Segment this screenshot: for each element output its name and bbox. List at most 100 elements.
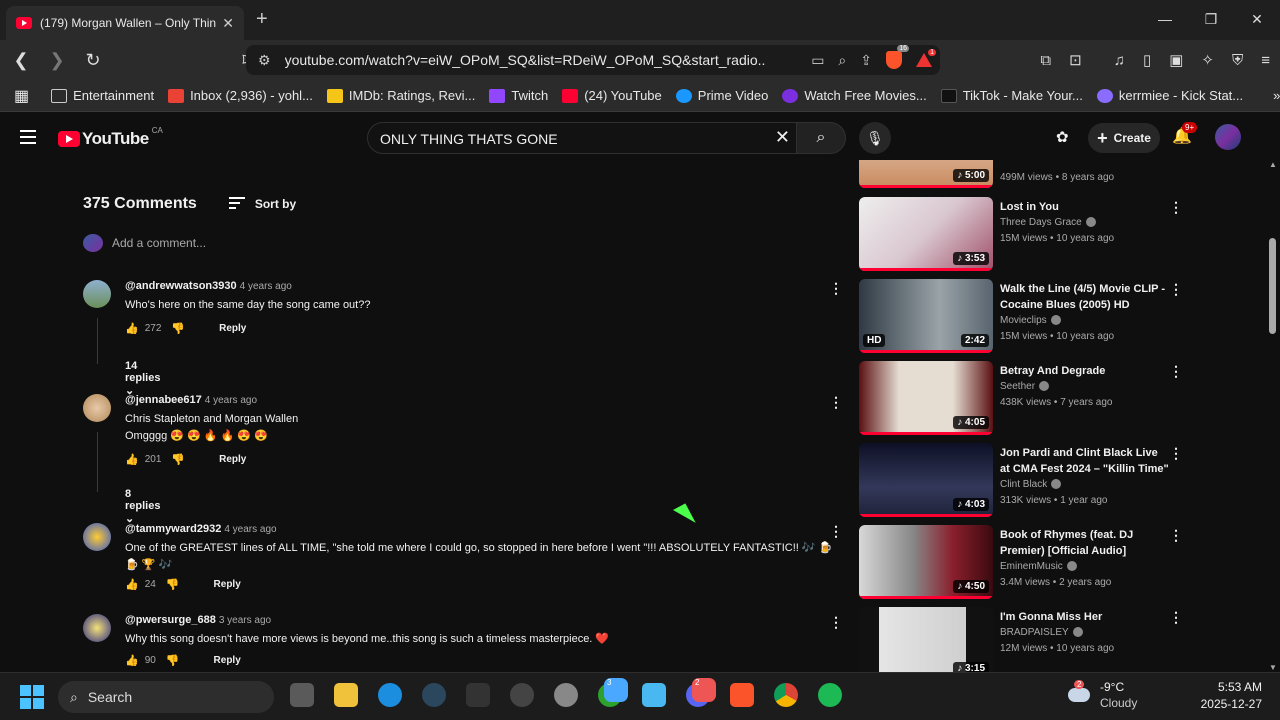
avatar[interactable] [83,394,111,422]
video-thumbnail[interactable]: ♪ 4:03 [859,443,993,517]
video-menu-icon[interactable]: ⋮ [1169,527,1183,544]
channel-name[interactable]: Seether [1000,379,1170,395]
comment-author[interactable]: @jennabee617 [125,394,202,406]
system-clock[interactable]: 5:53 AM 2025-12-27 [1188,679,1262,713]
comment-menu-icon[interactable]: ⋮ [829,394,843,411]
more-bookmarks-icon[interactable]: » [1273,88,1280,103]
sort-by-button[interactable]: Sort by [228,196,296,212]
vpn-icon[interactable]: ⛨ [1232,52,1243,69]
like-icon[interactable]: 👍 [125,654,139,667]
comment-author[interactable]: @tammyward2932 [125,523,221,535]
video-item[interactable]: ♪ 4:05 Betray And Degrade Seether 438K vie… [859,361,1189,435]
reply-button[interactable]: Reply [219,323,246,334]
like-icon[interactable]: 👍 [125,453,139,466]
voice-search-button[interactable]: 🎙 [859,122,891,154]
app-icon[interactable] [554,683,578,707]
scroll-up-icon[interactable]: ▲ [1269,160,1277,169]
spotify-icon[interactable] [818,683,842,707]
channel-name[interactable]: BRADPAISLEY [1000,625,1170,641]
notifications-bell-icon[interactable]: 🔔 9+ [1172,122,1198,146]
comment-time[interactable]: 4 years ago [224,524,276,535]
xbox-icon[interactable]: 3 [598,678,628,707]
reply-button[interactable]: Reply [214,655,241,666]
video-title[interactable]: Jon Pardi and Clint Black Live at CMA Fe… [1000,445,1170,477]
avatar[interactable] [83,280,111,308]
video-title[interactable]: I'm Gonna Miss Her [1000,609,1170,625]
task-view-icon[interactable] [290,683,314,707]
bookmark-item[interactable]: Prime Video [675,88,768,103]
sidebar-icon[interactable]: ▯ [1143,51,1151,69]
epic-games-icon[interactable] [466,683,490,707]
video-item[interactable]: ♪ 4:50 Book of Rhymes (feat. DJ Premier)… [859,525,1189,599]
video-title[interactable]: Betray And Degrade [1000,363,1170,379]
account-avatar[interactable] [1215,124,1241,150]
video-thumbnail[interactable]: ♪ 4:50 [859,525,993,599]
address-bar[interactable]: ⚙ youtube.com/watch?v=eiW_OPoM_SQ&list=R… [246,45,940,75]
like-icon[interactable]: 👍 [125,578,139,591]
share-icon[interactable]: ⇪ [860,52,872,69]
chrome-icon[interactable] [774,683,798,707]
comment-menu-icon[interactable]: ⋮ [829,614,843,631]
video-item[interactable]: ♪ 4:03 Jon Pardi and Clint Black Live at… [859,443,1189,517]
comment-time[interactable]: 4 years ago [205,395,257,406]
comment-author[interactable]: @pwersurge_688 [125,614,216,626]
file-explorer-icon[interactable] [334,683,358,707]
youtube-logo[interactable]: YouTube CA [58,126,163,149]
bookmark-item[interactable]: Inbox (2,936) - yohl... [168,88,313,103]
reply-button[interactable]: Reply [219,454,246,465]
bookmark-item[interactable]: IMDb: Ratings, Revi... [326,88,475,103]
video-menu-icon[interactable]: ⋮ [1169,445,1183,462]
channel-name[interactable]: Movieclips [1000,313,1170,329]
add-comment-field[interactable]: Add a comment... [83,234,206,252]
video-menu-icon[interactable]: ⋮ [1169,363,1183,380]
screenshot-icon[interactable]: ⊡ [1069,51,1082,69]
like-icon[interactable]: 👍 [125,322,139,335]
video-item[interactable]: ♪ 3:15 I'm Gonna Miss Her BRADPAISLEY 12M … [859,607,1189,672]
comment-menu-icon[interactable]: ⋮ [829,280,843,297]
bookmark-item[interactable]: Twitch [489,88,548,103]
taskbar-search[interactable]: ⌕ Search [58,681,274,713]
forward-button[interactable]: ❯ [42,45,72,75]
extensions-icon[interactable]: ⧉ [1040,52,1051,69]
scroll-down-icon[interactable]: ▼ [1269,663,1277,672]
view-replies-button[interactable]: 14 replies ⌄ [125,360,160,397]
obs-icon[interactable] [510,683,534,707]
reload-button[interactable]: ↻ [78,45,108,75]
zoom-icon[interactable]: ⌕ [838,52,846,69]
bookmark-item[interactable]: Watch Free Movies... [782,88,927,103]
scrollbar-thumb[interactable] [1269,238,1276,334]
maximize-icon[interactable]: ❐ [1188,0,1234,38]
close-window-icon[interactable]: ✕ [1234,0,1280,38]
video-title[interactable]: Walk the Line (4/5) Movie CLIP - Cocaine… [1000,281,1170,313]
browser-tab[interactable]: (179) Morgan Wallen – Only Thin ✕ [6,6,244,40]
video-thumbnail[interactable]: ♪ 4:05 [859,361,993,435]
video-menu-icon[interactable]: ⋮ [1169,609,1183,626]
channel-name[interactable]: Three Days Grace [1000,215,1170,231]
channel-name[interactable]: Clint Black [1000,477,1170,493]
video-thumbnail[interactable]: HD 2:42 [859,279,993,353]
video-thumbnail[interactable]: ♪ 5:00 [859,160,993,188]
weather-widget[interactable]: 2 -9°C Cloudy [1068,679,1137,711]
comment-author[interactable]: @andrewwatson3930 [125,280,237,292]
dislike-icon[interactable]: 👎 [171,453,185,466]
notepad-icon[interactable] [642,683,666,707]
steam-icon[interactable] [422,683,446,707]
view-replies-button[interactable]: 8 replies ⌄ [125,488,160,525]
site-info-icon[interactable]: ⚙ [258,52,271,69]
video-thumbnail[interactable]: ♪ 3:15 [859,607,993,672]
cast-icon[interactable]: ▭ [811,52,824,69]
new-tab-button[interactable]: + [256,8,268,31]
dislike-icon[interactable]: 👎 [166,578,180,591]
comment-time[interactable]: 4 years ago [240,281,292,292]
search-button[interactable]: ⌕ [796,122,846,154]
close-tab-icon[interactable]: ✕ [222,15,234,32]
avatar[interactable] [83,523,111,551]
brave-shields-icon[interactable]: 16 [886,45,909,69]
back-button[interactable]: ❮ [6,45,36,75]
dislike-icon[interactable]: 👎 [166,654,180,667]
bookmark-item[interactable]: TikTok - Make Your... [940,88,1083,103]
leo-ai-icon[interactable]: ✧ [1201,51,1214,69]
reply-button[interactable]: Reply [214,579,241,590]
avatar[interactable] [83,614,111,642]
brave-icon[interactable] [730,683,754,707]
